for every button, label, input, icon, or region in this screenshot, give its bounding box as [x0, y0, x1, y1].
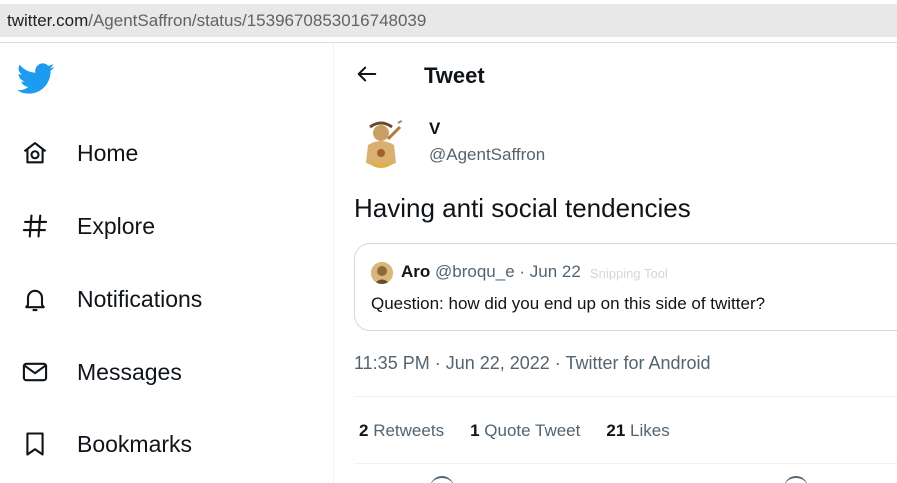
browser-url-bar[interactable]: twitter.com/AgentSaffron/status/15396708…: [0, 0, 897, 40]
back-arrow-icon: [356, 63, 378, 90]
likes-count: 21: [606, 421, 626, 440]
sidebar-item-label: Explore: [77, 212, 155, 239]
likes-label: Likes: [630, 421, 670, 440]
sidebar-item-label: Home: [77, 139, 139, 166]
quote-author-name: Aro: [401, 262, 431, 281]
url-host: twitter.com: [7, 11, 89, 30]
retweets-stat[interactable]: 2 Retweets: [359, 421, 444, 441]
tweet-detail: Tweet V @AgentSaffron Having anti social…: [334, 43, 897, 483]
quote-author-avatar: [371, 262, 393, 284]
sidebar-item-notifications[interactable]: Notifications: [0, 274, 320, 324]
hashtag-icon: [19, 210, 51, 242]
bookmark-icon: [19, 428, 51, 460]
sidebar: Home Explore Notifications Messages Book…: [0, 43, 333, 483]
sidebar-item-home[interactable]: Home: [0, 128, 320, 178]
retweets-count: 2: [359, 421, 369, 440]
quoted-tweet-card[interactable]: Aro @broqu_e · Jun 22 Snipping Tool Ques…: [354, 243, 897, 331]
sidebar-item-label: Messages: [77, 358, 182, 385]
envelope-icon: [19, 356, 51, 388]
address-field[interactable]: twitter.com/AgentSaffron/status/15396708…: [0, 4, 897, 37]
sidebar-item-label: Bookmarks: [77, 430, 193, 457]
sidebar-item-messages[interactable]: Messages: [0, 347, 320, 397]
quotes-count: 1: [470, 421, 480, 440]
overlay-ghost-text: Snipping Tool: [590, 266, 668, 281]
home-icon: [19, 137, 51, 169]
quotes-label: Quote Tweet: [484, 421, 581, 440]
page-title: Tweet: [424, 63, 485, 88]
divider: [354, 396, 897, 397]
quote-text: Question: how did you end up on this sid…: [371, 294, 766, 313]
retweets-label: Retweets: [373, 421, 445, 440]
sidebar-item-bookmarks[interactable]: Bookmarks: [0, 419, 320, 469]
sidebar-item-explore[interactable]: Explore: [0, 201, 320, 251]
reply-icon[interactable]: [430, 476, 454, 483]
tweet-timestamp[interactable]: 11:35 PM · Jun 22, 2022 · Twitter for An…: [354, 353, 711, 374]
url-path: /AgentSaffron/status/1539670853016748039: [88, 11, 427, 30]
author-avatar[interactable]: [354, 115, 414, 175]
like-icon[interactable]: [784, 476, 808, 483]
quote-meta: @broqu_e · Jun 22: [435, 262, 581, 281]
back-button[interactable]: [352, 61, 382, 91]
quote-header: Aro @broqu_e · Jun 22: [401, 262, 581, 282]
sidebar-item-label: Notifications: [77, 285, 203, 312]
author-name[interactable]: V: [429, 119, 440, 139]
likes-stat[interactable]: 21 Likes: [606, 421, 669, 441]
author-handle[interactable]: @AgentSaffron: [429, 145, 545, 165]
quote-tweets-stat[interactable]: 1 Quote Tweet: [470, 421, 580, 441]
engagement-stats: 2 Retweets 1 Quote Tweet 21 Likes: [359, 421, 670, 441]
divider: [354, 463, 897, 464]
tweet-text: Having anti social tendencies: [354, 193, 691, 223]
twitter-bird-icon[interactable]: [17, 63, 55, 95]
bell-icon: [19, 283, 51, 315]
